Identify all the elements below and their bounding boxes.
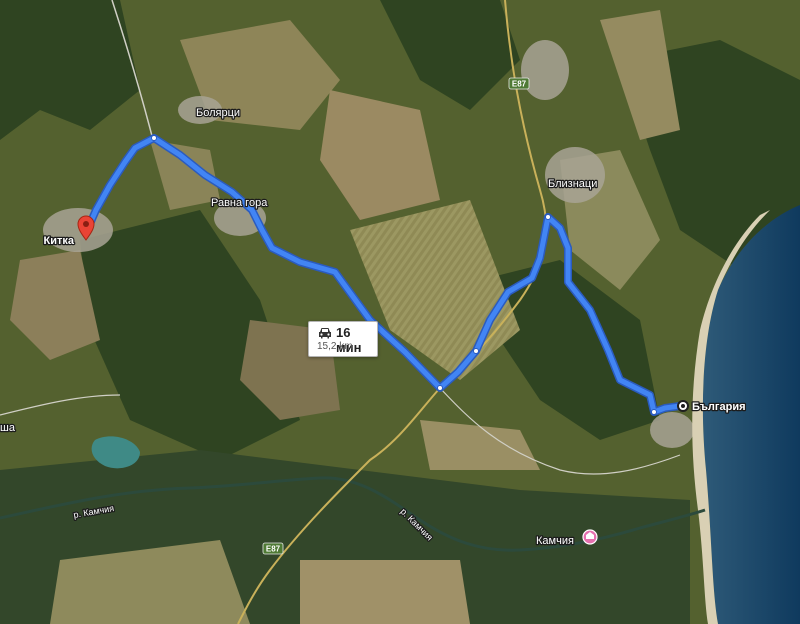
road-shield-e87-south: E87 xyxy=(262,542,284,555)
route-info-card[interactable]: 16 мин 15,2 km xyxy=(308,321,378,357)
satellite-map[interactable]: E87 E87 Китка България Болярци Равна гор… xyxy=(0,0,800,624)
village-label-ravna-gora: Равна гора xyxy=(211,197,268,209)
svg-text:E87: E87 xyxy=(512,80,527,89)
road-shield-e87-north: E87 xyxy=(508,77,530,90)
village-label-boliartsi: Болярци xyxy=(196,107,240,119)
destination-dot-icon[interactable] xyxy=(677,400,689,412)
end-label[interactable]: България xyxy=(691,400,747,415)
village-label-bliznatsi: Близнаци xyxy=(548,178,597,190)
resort-pin-icon[interactable] xyxy=(582,529,598,545)
edge-label-partial: ша xyxy=(0,422,16,434)
route-distance: 15,2 km xyxy=(317,341,353,352)
car-icon xyxy=(319,328,331,339)
start-label[interactable]: Китка xyxy=(42,234,76,249)
svg-text:E87: E87 xyxy=(266,545,281,554)
resort-label: Камчия xyxy=(536,535,574,547)
